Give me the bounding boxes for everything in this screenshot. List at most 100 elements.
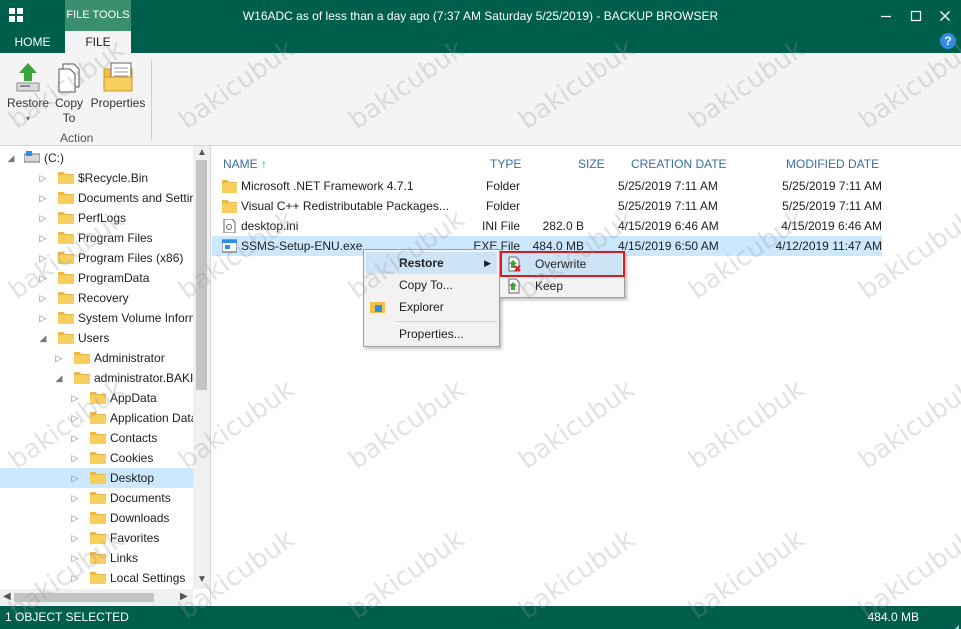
collapse-arrow-icon[interactable]: ◢ <box>38 328 48 348</box>
copy-to-button[interactable]: Copy To <box>52 61 86 126</box>
expand-arrow-icon[interactable]: ▷ <box>38 288 48 308</box>
menu-item-properties[interactable]: Properties... <box>366 323 497 345</box>
tree-item[interactable]: ▷ Application Data <box>0 408 198 428</box>
expand-arrow-icon[interactable]: ▷ <box>38 248 48 268</box>
file-row[interactable]: Visual C++ Redistributable Packages... Fo… <box>212 196 882 216</box>
file-cell-created: 5/25/2019 7:11 AM <box>618 199 718 213</box>
tree-item[interactable]: ▷ Cookies <box>0 448 193 468</box>
column-header-modified-date[interactable]: MODIFIED DATE <box>786 157 879 171</box>
file-row[interactable]: Microsoft .NET Framework 4.7.1 Folder 5/25… <box>212 176 882 196</box>
scroll-up-icon[interactable]: ▲ <box>197 147 207 158</box>
tab-home[interactable]: HOME <box>0 31 65 53</box>
tree-item-label: PerfLogs <box>78 211 127 225</box>
expand-arrow-icon[interactable]: ▷ <box>70 488 80 508</box>
restore-dropdown-icon[interactable]: ▾ <box>6 111 50 126</box>
expand-arrow-icon[interactable]: ▷ <box>38 168 48 188</box>
scroll-right-icon[interactable]: ▶ <box>180 591 188 602</box>
tree-item[interactable]: ▷ Program Files (x86) <box>0 248 193 268</box>
tree-item[interactable]: ▷ PerfLogs <box>0 208 193 228</box>
folder-icon <box>90 392 106 404</box>
status-selection-count: 1 OBJECT SELECTED <box>5 610 129 624</box>
expand-arrow-icon[interactable]: ▷ <box>70 408 80 428</box>
tree-item[interactable]: ▷ ProgramData <box>0 268 193 288</box>
column-header-size[interactable]: SIZE <box>578 157 605 171</box>
menu-item-restore[interactable]: Restore ▶ <box>366 252 497 274</box>
folder-icon <box>58 332 74 344</box>
help-icon[interactable]: ? <box>940 33 956 49</box>
tree-item[interactable]: ▷ Downloads <box>0 508 193 528</box>
resize-grip-icon[interactable]: ◢ <box>953 616 959 629</box>
tree-item[interactable]: ▷ System Volume Informati <box>0 308 210 328</box>
close-button[interactable] <box>930 0 960 31</box>
menu-item-explorer[interactable]: Explorer <box>366 296 497 318</box>
menu-item-restore-label: Restore <box>399 256 444 270</box>
expand-arrow-icon[interactable]: ▷ <box>54 348 64 368</box>
tree-horizontal-scroll-thumb[interactable] <box>14 593 154 602</box>
menu-item-copy-to[interactable]: Copy To... <box>366 274 497 296</box>
file-cell-created: 5/25/2019 7:11 AM <box>618 179 718 193</box>
maximize-icon <box>910 10 922 21</box>
tree-item[interactable]: ▷ Contacts <box>0 428 193 448</box>
tree-item[interactable]: ▷ Links <box>0 548 193 568</box>
tree-item[interactable]: ▷ $Recycle.Bin <box>0 168 193 188</box>
tree-item[interactable]: ▷ Desktop <box>0 468 193 488</box>
scroll-down-icon[interactable]: ▼ <box>197 574 207 585</box>
tree-item-label: Documents <box>110 491 171 505</box>
tree-item[interactable]: ▷ Favorites <box>0 528 193 548</box>
tree-item-label: Application Data <box>110 411 198 425</box>
minimize-icon <box>881 15 891 17</box>
minimize-button[interactable] <box>871 0 901 31</box>
menu-item-keep[interactable]: Keep <box>502 275 622 297</box>
properties-button[interactable]: Properties <box>89 61 147 111</box>
maximize-button[interactable] <box>901 0 931 31</box>
tree-item[interactable]: ◢ Users <box>0 328 193 348</box>
column-header-type[interactable]: TYPE <box>490 157 521 171</box>
expand-arrow-icon[interactable]: ▷ <box>70 468 80 488</box>
tree-item-label: Users <box>78 331 110 345</box>
expand-arrow-icon[interactable]: ▷ <box>70 568 80 588</box>
expand-arrow-icon[interactable]: ▷ <box>38 188 48 208</box>
expand-arrow-icon[interactable]: ▷ <box>38 228 48 248</box>
file-row[interactable]: desktop.ini INI File 282.0 B 4/15/2019 6:46… <box>212 216 882 236</box>
expand-arrow-icon[interactable]: ▷ <box>70 448 80 468</box>
keep-icon <box>508 278 520 294</box>
scroll-left-icon[interactable]: ◀ <box>3 591 11 602</box>
tree-item-label: Desktop <box>110 471 155 485</box>
collapse-arrow-icon[interactable]: ◢ <box>54 368 64 388</box>
tree-item[interactable]: ▷ Program Files <box>0 228 193 248</box>
column-header-creation-date[interactable]: CREATION DATE <box>631 157 727 171</box>
file-cell-modified: 4/15/2019 6:46 AM <box>781 219 882 233</box>
tree-item[interactable]: ◢ administrator.BAKICU <box>0 368 210 388</box>
expand-arrow-icon[interactable]: ▷ <box>70 388 80 408</box>
folder-icon <box>90 572 106 584</box>
tree-item[interactable]: ▷ Recovery <box>0 288 193 308</box>
collapse-arrow-icon[interactable]: ◢ <box>6 148 16 168</box>
tree-item[interactable]: ▷ AppData <box>0 388 193 408</box>
explorer-icon <box>370 302 385 313</box>
file-cell-modified: 4/12/2019 11:47 AM <box>775 239 882 253</box>
tree-item[interactable]: ▷ Documents <box>0 488 193 508</box>
tree-item[interactable]: ▷ Administrator <box>0 348 193 368</box>
menu-separator <box>396 321 497 322</box>
expand-arrow-icon[interactable]: ▷ <box>38 268 48 288</box>
tree-item-label: AppData <box>110 391 157 405</box>
tree-item-label: ProgramData <box>78 271 150 285</box>
file-cell-type: Folder <box>485 199 520 213</box>
tree-vertical-scrollbar[interactable]: ▲ ▼ <box>193 146 210 589</box>
tree-item[interactable]: ▷ Local Settings <box>0 568 193 588</box>
expand-arrow-icon[interactable]: ▷ <box>70 548 80 568</box>
expand-arrow-icon[interactable]: ▷ <box>70 528 80 548</box>
tree-item[interactable]: ◢ (C:) <box>0 148 193 168</box>
tab-file[interactable]: FILE <box>65 31 131 53</box>
expand-arrow-icon[interactable]: ▷ <box>70 508 80 528</box>
tree-item[interactable]: ▷ Documents and Settings <box>0 188 209 208</box>
restore-button[interactable]: Restore ▾ <box>6 61 50 126</box>
tree-item-label: Program Files <box>78 231 153 245</box>
column-header-name[interactable]: NAME ↑ <box>223 157 267 171</box>
tree-vertical-scroll-thumb[interactable] <box>196 160 207 390</box>
ribbon: Restore ▾ Copy To Properties Action <box>0 53 961 146</box>
expand-arrow-icon[interactable]: ▷ <box>38 308 48 328</box>
tree-horizontal-scrollbar[interactable]: ◀ ▶ <box>0 589 193 606</box>
expand-arrow-icon[interactable]: ▷ <box>70 428 80 448</box>
expand-arrow-icon[interactable]: ▷ <box>38 208 48 228</box>
